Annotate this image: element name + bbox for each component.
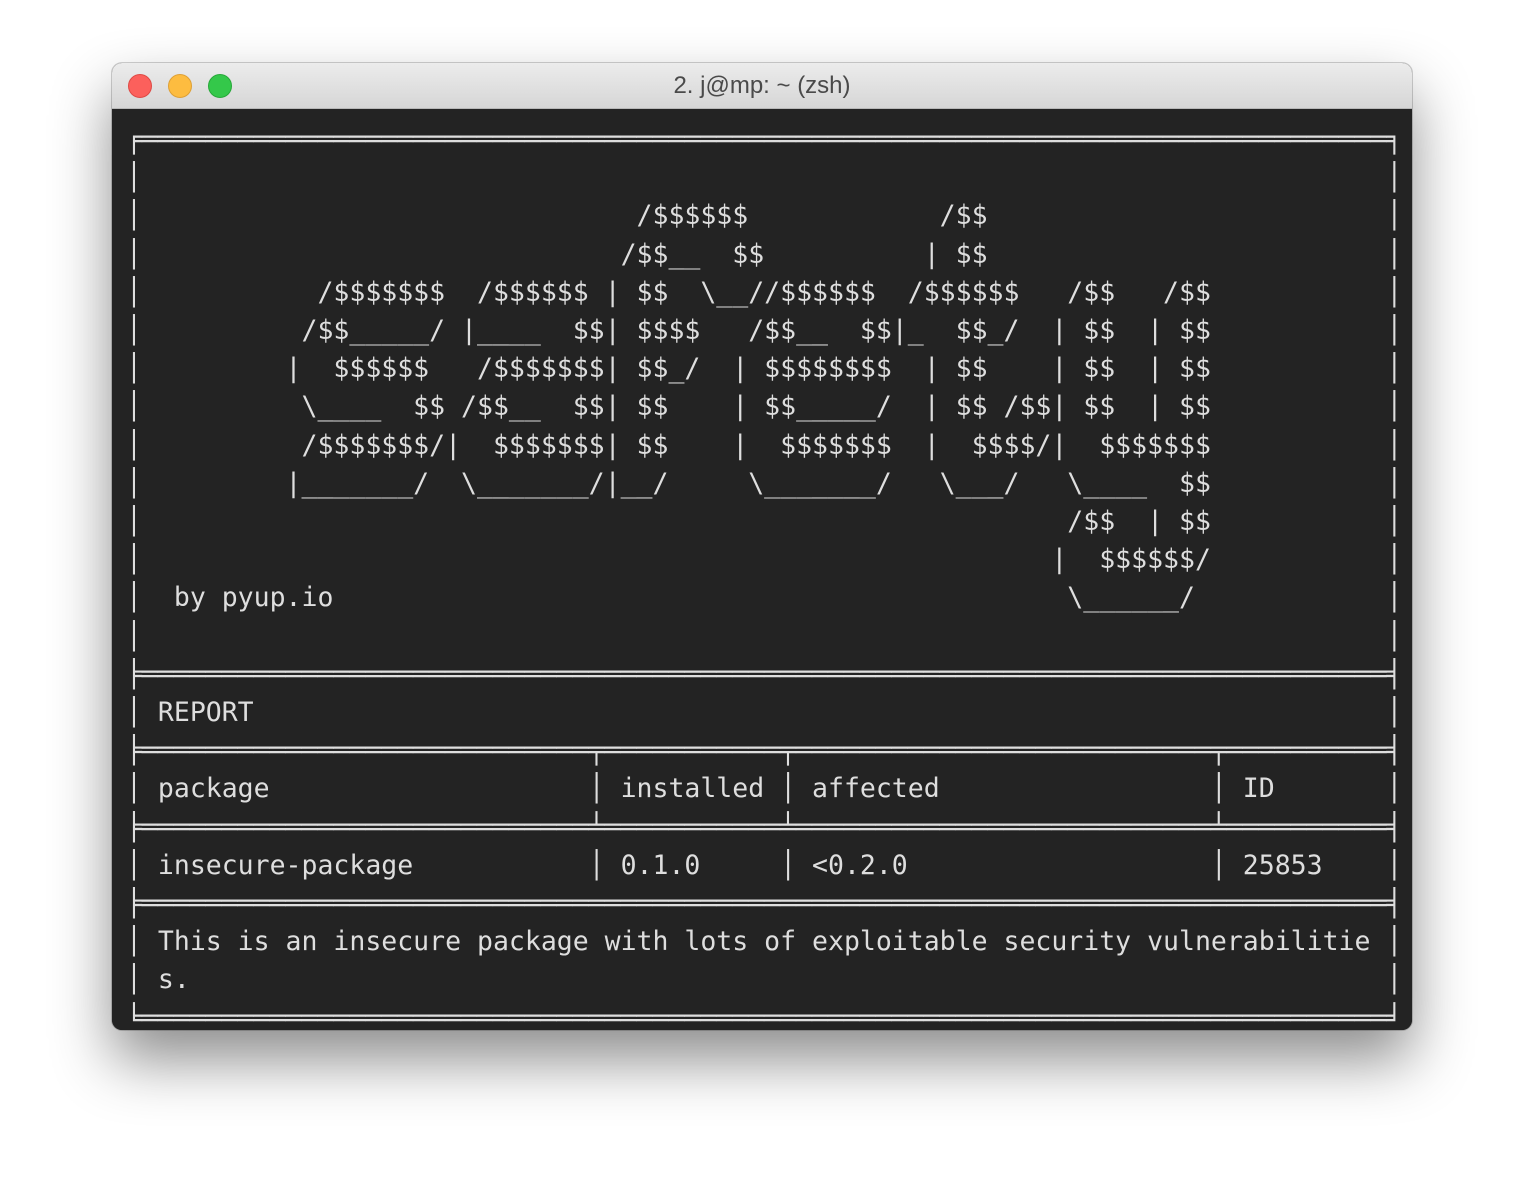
terminal-line: │ insecure-package │ 0.1.0 │ <0.2.0 │ 25… — [126, 849, 1403, 881]
terminal-line: │ REPORT │ — [126, 697, 1403, 729]
terminal-line: ╘═══════════════════════════════════════… — [126, 1002, 1403, 1030]
terminal-line: │ s. │ — [126, 964, 1403, 996]
terminal-line: │ │ — [126, 162, 1403, 194]
window-title: 2. j@mp: ~ (zsh) — [673, 72, 851, 99]
title-bar[interactable]: 2. j@mp: ~ (zsh) — [112, 63, 1412, 109]
terminal-line: │ package │ installed │ affected │ ID │ — [126, 773, 1403, 805]
terminal-line: ╞═══════════════════════════════════════… — [126, 888, 1403, 920]
terminal-line: │ | $$$$$$/ │ — [126, 544, 1403, 576]
terminal-line: │ /$$$$$$$/| $$$$$$$| $$ | $$$$$$$ | $$$… — [126, 429, 1403, 461]
terminal-line: │ /$$$$$$ /$$ │ — [126, 200, 1403, 232]
terminal-content[interactable]: ╒═══════════════════════════════════════… — [112, 109, 1412, 1030]
terminal-line: │ /$$$$$$$ /$$$$$$ | $$ \__//$$$$$$ /$$$… — [126, 276, 1403, 308]
terminal-window: 2. j@mp: ~ (zsh) ╒══════════════════════… — [112, 63, 1412, 1030]
terminal-line: ╞═══════════════════════════════════════… — [126, 658, 1403, 690]
terminal-line: │ by pyup.io \______/ │ — [126, 582, 1403, 614]
terminal-line: │ /$$_____/ |____ $$| $$$$ /$$__ $$|_ $$… — [126, 315, 1403, 347]
terminal-output: ╒═══════════════════════════════════════… — [126, 121, 1402, 1030]
terminal-line: ╞════════════════════════════╧══════════… — [126, 811, 1403, 843]
terminal-line: │ This is an insecure package with lots … — [126, 926, 1403, 958]
terminal-line: │ /$$ | $$ │ — [126, 506, 1403, 538]
terminal-line: │ | $$$$$$ /$$$$$$$| $$_/ | $$$$$$$$ | $… — [126, 353, 1403, 385]
terminal-line: ╞════════════════════════════╤══════════… — [126, 735, 1403, 767]
terminal-line: │ \____ $$ /$$__ $$| $$ | $$_____/ | $$ … — [126, 391, 1403, 423]
terminal-line: │ │ — [126, 620, 1403, 652]
terminal-line: ╒═══════════════════════════════════════… — [126, 124, 1403, 155]
terminal-line: │ /$$__ $$ | $$ │ — [126, 238, 1403, 270]
terminal-line: │ |_______/ \_______/|__/ \_______/ \___… — [126, 467, 1403, 499]
